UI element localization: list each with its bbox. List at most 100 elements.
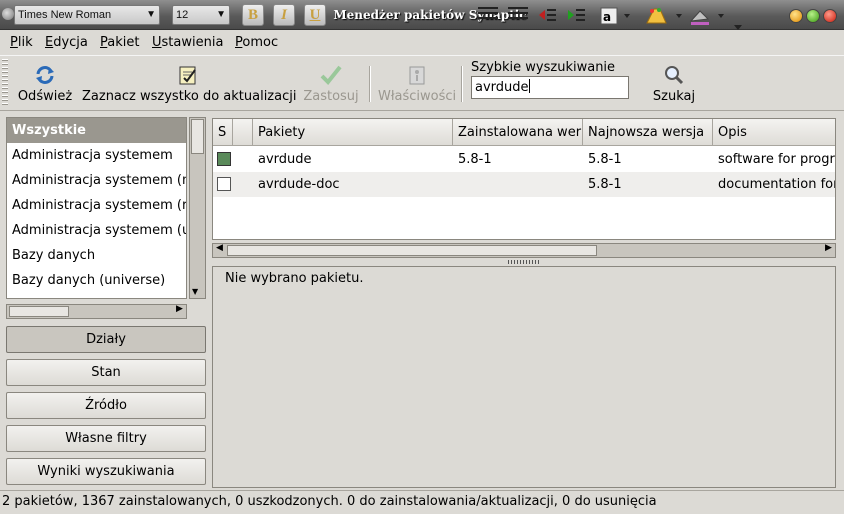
chevron-down-icon[interactable]: ▼ [192, 287, 198, 296]
quick-search-label: Szybkie wyszukiwanie [471, 60, 616, 75]
search-results-button[interactable]: Wyniki wyszukiwania [6, 458, 206, 485]
table-row[interactable]: avrdude 5.8-1 5.8-1 software for progra [213, 147, 835, 172]
apply-label: Zastosuj [303, 89, 359, 104]
mark-upgrades-icon [177, 64, 199, 86]
category-item[interactable]: Administracja systemem (u [7, 218, 186, 243]
column-header-icon[interactable] [233, 119, 253, 146]
category-item[interactable]: Administracja systemem (r [7, 193, 186, 218]
mark-all-upgrades-button[interactable]: Zaznacz wszystko do aktualizacji [82, 60, 296, 108]
quick-search-input[interactable]: avrdude [471, 76, 629, 99]
latest-version: 5.8-1 [588, 177, 622, 192]
properties-button[interactable]: Właściwości [378, 60, 456, 108]
status-bar: 2 pakietów, 1367 zainstalowanych, 0 uszk… [0, 490, 844, 514]
align-left-icon[interactable] [478, 7, 498, 22]
scrollbar-thumb[interactable] [9, 306, 69, 317]
reload-button[interactable]: Odśwież [16, 60, 74, 108]
pane-splitter[interactable] [212, 258, 836, 266]
category-item[interactable]: Bazy danych (universe) [7, 268, 186, 293]
column-header-status[interactable]: S [213, 119, 233, 146]
package-table[interactable]: S Pakiety Zainstalowana wer Najnowsza we… [212, 118, 836, 240]
chevron-down-icon: ▼ [216, 9, 226, 20]
highlight-icon[interactable] [644, 5, 682, 25]
menu-edit[interactable]: Edycja [45, 35, 88, 50]
scrollbar-thumb[interactable] [191, 119, 204, 154]
custom-filters-button[interactable]: Własne filtry [6, 425, 206, 452]
menu-file[interactable]: Plik [10, 35, 33, 50]
chevron-right-icon[interactable]: ▶ [173, 304, 186, 314]
properties-label: Właściwości [378, 89, 457, 104]
custom-filters-label: Własne filtry [65, 431, 147, 446]
latest-version: 5.8-1 [588, 152, 622, 167]
font-family-combo[interactable]: Times New Roman ▼ [14, 5, 160, 25]
category-item[interactable]: Bazy danych [7, 243, 186, 268]
description-text: Nie wybrano pakietu. [225, 271, 364, 286]
sections-filter-label: Działy [86, 332, 126, 347]
category-list[interactable]: Wszystkie Administracja systemem Adminis… [6, 117, 187, 299]
package-name: avrdude-doc [258, 177, 340, 192]
table-horizontal-scrollbar[interactable]: ◀ ▶ [212, 243, 836, 258]
toolbar-grip[interactable] [2, 59, 8, 107]
package-description-panel: Nie wybrano pakietu. [212, 266, 836, 488]
properties-icon [406, 64, 428, 86]
origin-filter-label: Źródło [85, 398, 127, 413]
font-size-combo[interactable]: 12 ▼ [172, 5, 230, 25]
splitter-handle[interactable] [508, 260, 540, 264]
package-status-checkbox[interactable] [217, 177, 231, 191]
maximize-button[interactable] [806, 9, 820, 23]
installed-version [453, 172, 583, 197]
more-tools-icon[interactable] [734, 20, 742, 30]
package-description: software for progra [718, 152, 835, 167]
installed-version: 5.8-1 [458, 152, 492, 167]
package-status-checkbox[interactable] [217, 152, 231, 166]
menu-help[interactable]: Pomoc [235, 35, 278, 50]
toolbar-separator [461, 66, 463, 102]
outdent-icon[interactable] [537, 5, 557, 25]
apply-button[interactable]: Zastosuj [302, 60, 360, 108]
category-item-all[interactable]: Wszystkie [7, 118, 186, 143]
column-header-latest-version[interactable]: Najnowsza wersja [583, 119, 713, 146]
chevron-left-icon[interactable]: ◀ [213, 243, 226, 253]
menu-settings[interactable]: Ustawienia [152, 35, 223, 50]
search-label: Szukaj [652, 89, 696, 104]
package-name: avrdude [258, 152, 312, 167]
italic-button[interactable]: I [273, 4, 295, 26]
indent-icon[interactable] [566, 5, 586, 25]
list-icon[interactable] [508, 7, 528, 22]
quick-search-value: avrdude [475, 80, 529, 95]
app-menu-icon[interactable] [2, 8, 14, 20]
column-header-package[interactable]: Pakiety [253, 119, 453, 146]
search-button[interactable]: Szukaj [650, 60, 698, 108]
status-text: 2 pakietów, 1367 zainstalowanych, 0 uszk… [2, 494, 657, 509]
search-icon [663, 64, 685, 86]
svg-text:a: a [603, 10, 611, 24]
column-header-installed-version[interactable]: Zainstalowana wer [453, 119, 583, 146]
menu-bar: Plik Edycja Pakiet Ustawienia Pomoc [0, 31, 844, 55]
scrollbar-thumb[interactable] [227, 245, 597, 256]
sections-filter-button[interactable]: Działy [6, 326, 206, 353]
chevron-right-icon[interactable]: ▶ [822, 243, 835, 253]
origin-filter-button[interactable]: Źródło [6, 392, 206, 419]
title-bar: Times New Roman ▼ 12 ▼ B I U Menedżer pa… [0, 0, 844, 30]
toolbar: Odśwież Zaznacz wszystko do aktualizacji… [0, 55, 844, 111]
reload-label: Odśwież [17, 89, 73, 104]
column-header-description[interactable]: Opis [713, 119, 835, 146]
package-description: documentation for [718, 177, 835, 192]
background-color-icon[interactable] [688, 5, 724, 25]
text-color-icon[interactable]: a [598, 5, 630, 25]
search-results-label: Wyniki wyszukiwania [37, 464, 175, 479]
close-button[interactable] [823, 9, 837, 23]
category-item[interactable]: Administracja systemem [7, 143, 186, 168]
table-row[interactable]: avrdude-doc 5.8-1 documentation for [213, 172, 835, 197]
font-family-value: Times New Roman [18, 9, 112, 21]
checkmark-icon [320, 64, 342, 86]
category-horizontal-scrollbar[interactable]: ▶ [6, 304, 187, 319]
category-vertical-scrollbar[interactable]: ▼ [189, 117, 206, 299]
status-filter-button[interactable]: Stan [6, 359, 206, 386]
category-item[interactable]: Administracja systemem (m [7, 168, 186, 193]
menu-package[interactable]: Pakiet [100, 35, 139, 50]
minimize-button[interactable] [789, 9, 803, 23]
status-filter-label: Stan [91, 365, 121, 380]
bold-button[interactable]: B [242, 4, 264, 26]
chevron-down-icon: ▼ [146, 9, 156, 20]
toolbar-separator [369, 66, 371, 102]
